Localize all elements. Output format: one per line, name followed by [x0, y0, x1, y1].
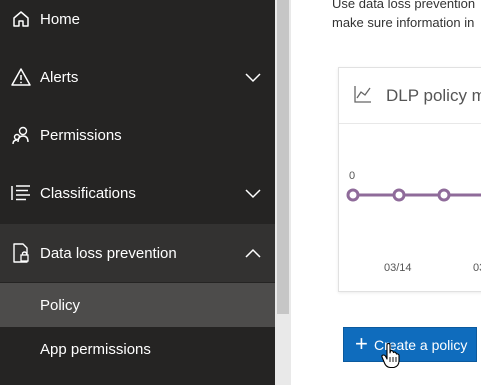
chevron-down-icon[interactable]	[244, 187, 262, 199]
list-icon	[10, 182, 32, 204]
sidebar-subitem-label: Policy	[40, 296, 81, 314]
line-chart-icon	[354, 86, 371, 103]
x-tick-label: 03	[473, 262, 481, 274]
sidebar-item-data-loss-prevention[interactable]: Data loss prevention	[0, 224, 275, 282]
sidebar-item-permissions[interactable]: Permissions	[0, 106, 275, 164]
description-line: Use data loss prevention	[332, 0, 476, 11]
sidebar-item-label: Data loss prevention	[40, 244, 177, 262]
sidebar-item-label: Classifications	[40, 184, 136, 202]
dlp-policy-chart: 0 03/14 03	[346, 170, 481, 274]
data-point[interactable]	[437, 188, 451, 202]
plus-icon: +	[355, 331, 368, 356]
data-label: 0	[349, 170, 355, 182]
sidebar-scrollbar-thumb[interactable]	[277, 0, 289, 314]
main-content: Use data loss prevention make sure infor…	[291, 0, 481, 385]
sidebar-item-label: Home	[40, 10, 81, 28]
sidebar-item-home[interactable]: Home	[0, 0, 275, 48]
sidebar: Home Alerts Permissions Classifications …	[0, 0, 275, 385]
sidebar-subitem-policy[interactable]: Policy	[0, 283, 275, 327]
sidebar-subitem-app-permissions[interactable]: App permissions	[0, 327, 275, 371]
card-header: DLP policy m	[339, 68, 481, 124]
sidebar-item-alerts[interactable]: Alerts	[0, 48, 275, 106]
hand-cursor-icon	[381, 343, 400, 369]
warning-icon	[10, 66, 32, 88]
page-description: Use data loss prevention make sure infor…	[332, 0, 481, 32]
sidebar-item-label: Permissions	[40, 126, 122, 144]
sidebar-item-label: Alerts	[40, 68, 79, 86]
x-tick-label: 03/14	[384, 262, 412, 274]
description-line: make sure information in	[332, 15, 475, 30]
create-policy-button[interactable]: + Create a policy	[343, 327, 477, 362]
data-point[interactable]	[346, 188, 360, 202]
dlp-policy-card: DLP policy m 0 03/14 03	[338, 67, 481, 292]
home-icon	[10, 8, 32, 30]
data-point[interactable]	[392, 188, 406, 202]
chevron-down-icon[interactable]	[244, 71, 262, 83]
sidebar-subitem-label: App permissions	[40, 340, 151, 358]
sidebar-item-classifications[interactable]: Classifications	[0, 164, 275, 222]
chevron-up-icon[interactable]	[244, 247, 262, 259]
people-icon	[10, 124, 32, 146]
document-lock-icon	[10, 242, 32, 264]
card-title: DLP policy m	[386, 86, 481, 105]
